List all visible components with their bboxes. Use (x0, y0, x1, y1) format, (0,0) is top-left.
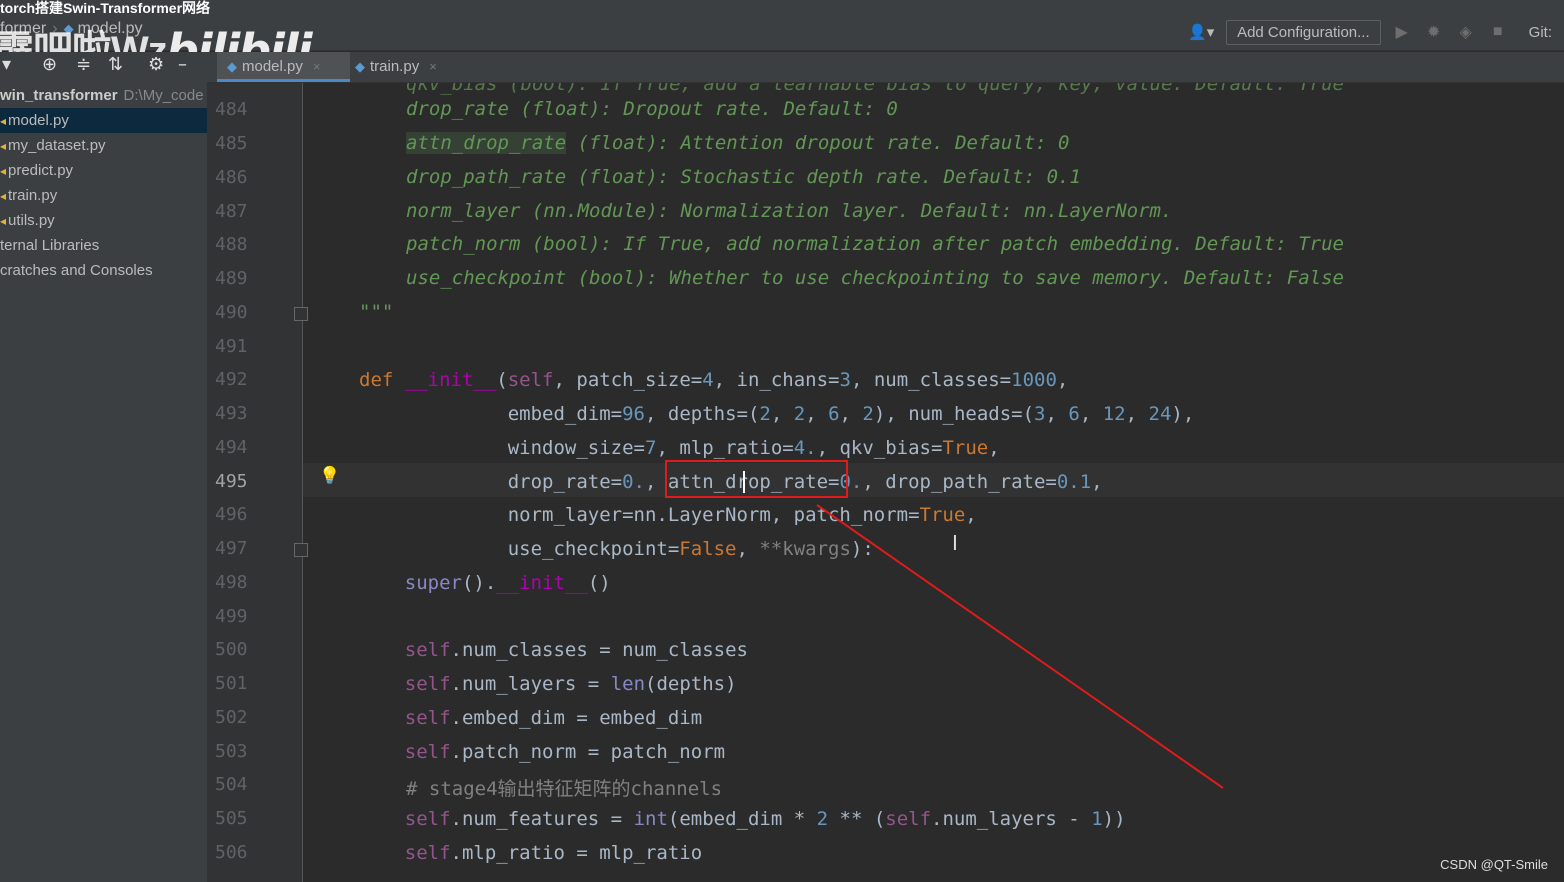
add-configuration-button[interactable]: Add Configuration... (1226, 19, 1381, 45)
window-title-bar: torch搭建Swin-Transformer网络 (0, 0, 1564, 16)
tree-item-label: model.py (8, 112, 69, 129)
project-dropdown-icon[interactable]: ▾ (2, 54, 11, 75)
python-file-icon: ◂ (0, 164, 7, 178)
tree-item-predict[interactable]: ◂ predict.py (0, 158, 207, 183)
tree-item-label: ternal Libraries (0, 237, 100, 254)
expand-icon[interactable]: ⇅ (108, 54, 123, 75)
navigation-bar: former › ◆ model.py 霹吧啦Wz bilibili 👤▾ Add C… (0, 14, 1564, 78)
python-file-icon: ◂ (0, 214, 7, 228)
coverage-icon[interactable]: ◈ (1455, 22, 1477, 42)
gear-icon[interactable]: ⚙ (148, 54, 164, 75)
annotation-arrow (816, 504, 1224, 789)
tab-label: train.py (370, 58, 420, 75)
stop-icon[interactable]: ■ (1487, 23, 1509, 41)
debug-icon[interactable]: ✹ (1423, 22, 1445, 42)
project-toolbar: ▾ ⊕ ≑ ⇅ ⚙ – (0, 52, 207, 80)
close-icon[interactable]: × (429, 59, 437, 74)
user-icon[interactable]: 👤▾ (1188, 23, 1216, 41)
python-file-icon: ◂ (0, 114, 7, 128)
git-label[interactable]: Git: (1529, 24, 1552, 41)
tab-label: model.py (242, 58, 303, 75)
close-icon[interactable]: × (313, 59, 321, 74)
tree-item-utils[interactable]: ◂ utils.py (0, 208, 207, 233)
hide-icon[interactable]: – (178, 54, 187, 75)
python-file-icon: ◆ (227, 59, 237, 74)
tree-item-label: cratches and Consoles (0, 262, 153, 279)
tree-item-scratches[interactable]: cratches and Consoles (0, 258, 207, 283)
tree-root[interactable]: win_transformer D:\My_code (0, 83, 207, 108)
tree-item-label: utils.py (8, 212, 55, 229)
tree-item-train[interactable]: ◂ train.py (0, 183, 207, 208)
project-tree: win_transformer D:\My_code ◂ model.py ◂ my_… (0, 80, 207, 882)
tree-item-external-libraries[interactable]: ternal Libraries (0, 233, 207, 258)
mouse-ibeam-cursor: I (952, 531, 958, 555)
python-file-icon: ◂ (0, 189, 7, 203)
run-icon[interactable]: ▶ (1391, 22, 1413, 42)
tab-model-py[interactable]: ◆ model.py × (217, 52, 350, 82)
tree-item-model[interactable]: ◂ model.py (0, 108, 207, 133)
tree-item-label: train.py (8, 187, 58, 204)
tree-item-label: my_dataset.py (8, 137, 106, 154)
python-file-icon: ◆ (355, 59, 365, 74)
csdn-watermark: CSDN @QT-Smile (1440, 857, 1548, 872)
tree-root-name: win_transformer (0, 87, 118, 104)
collapse-icon[interactable]: ≑ (76, 54, 91, 75)
tree-item-my-dataset[interactable]: ◂ my_dataset.py (0, 133, 207, 158)
tree-item-label: predict.py (8, 162, 74, 179)
tab-train-py[interactable]: ◆ train.py × (345, 52, 475, 82)
python-file-icon: ◂ (0, 139, 7, 153)
run-toolbar: 👤▾ Add Configuration... ▶ ✹ ◈ ■ Git: (1188, 14, 1564, 50)
code-editor[interactable]: 484 485 486 487 488 489 490 491 492 493 … (207, 83, 1564, 882)
locate-icon[interactable]: ⊕ (42, 54, 57, 75)
editor-tabs: ◆ model.py × ◆ train.py × (207, 52, 1564, 83)
tree-root-path: D:\My_code (123, 87, 204, 104)
